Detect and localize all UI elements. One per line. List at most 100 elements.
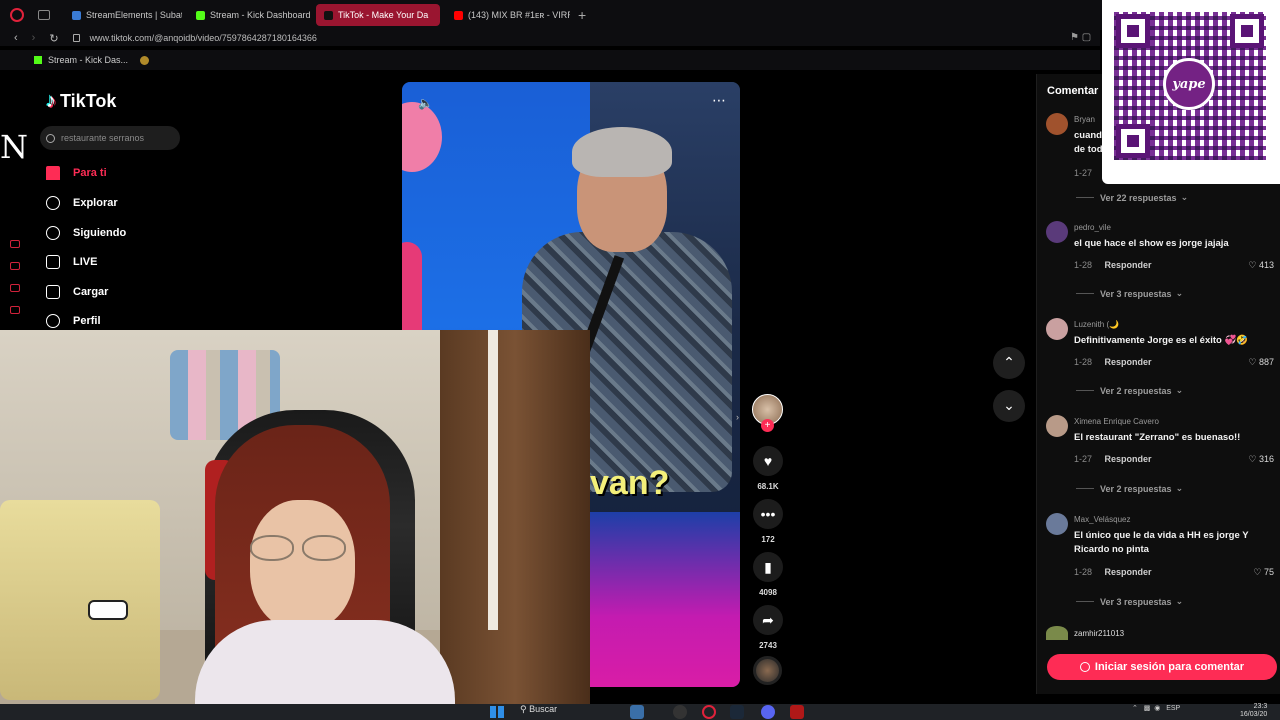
comment-text: el que hace el show es jorge jajaja (1074, 238, 1229, 249)
pin-icon[interactable]: ⚑ ▢ (1070, 32, 1091, 43)
comment-like-count: 316 (1258, 454, 1274, 464)
opera-logo-icon[interactable] (10, 8, 24, 22)
webcam-bed (0, 500, 160, 700)
webcam-overlay (0, 330, 590, 708)
reply-button[interactable]: Responder (1105, 567, 1152, 577)
chevron-down-icon: ⌄ (1175, 385, 1184, 395)
nav-item-siguiendo[interactable]: Siguiendo (46, 226, 126, 240)
reload-icon[interactable]: ↻ (49, 32, 58, 45)
reply-button[interactable]: Responder (1105, 454, 1152, 464)
mic-icon: ◉ (1154, 705, 1161, 712)
sidebar-history-icon[interactable] (10, 240, 20, 248)
comment-username[interactable]: Max_Velásquez (1074, 515, 1130, 524)
divider (1076, 293, 1094, 294)
browser-tab-bar: StreamElements | Subathon Stream - Kick … (0, 0, 1280, 30)
tab-streamelements[interactable]: StreamElements | Subathon (64, 4, 182, 26)
url-field[interactable]: www.tiktok.com/@anqoidb/video/7597864287… (90, 33, 317, 43)
heart-icon: ♥ (753, 446, 783, 476)
more-options-icon[interactable]: ⋯ (712, 92, 726, 109)
avatar[interactable] (1046, 113, 1068, 135)
comment-username[interactable]: Ximena Enrique Cavero (1074, 417, 1159, 426)
video-person-hair (572, 127, 672, 177)
back-arrow-icon[interactable]: ‹ (14, 32, 18, 44)
collapse-arrow-icon[interactable]: › (736, 412, 739, 422)
follow-plus-icon[interactable]: + (761, 419, 774, 432)
obs-icon[interactable] (673, 705, 687, 719)
bookmark-kick[interactable]: Stream - Kick Das... (34, 55, 128, 65)
tab-youtube[interactable]: (143) MIX BR #1ᴇʀ - VIRRS (446, 4, 570, 26)
login-to-comment-button[interactable]: Iniciar sesión para comentar (1047, 654, 1277, 680)
comment-icon (1079, 662, 1090, 672)
tab-tiktok[interactable]: TikTok - Make Your Da (316, 4, 440, 26)
tab-label: Stream - Kick Dashboard (210, 10, 310, 20)
sidebar-extensions-icon[interactable] (10, 262, 20, 270)
new-tab-button[interactable]: + (578, 7, 586, 23)
view-replies-button[interactable]: Ver 22 respuestas ⌄ (1076, 192, 1188, 203)
avatar[interactable] (1046, 318, 1068, 340)
previous-video-button[interactable]: ⌃ (993, 347, 1025, 379)
search-icon: ⚲ (520, 704, 527, 714)
nav-item-live[interactable]: LIVE (46, 255, 97, 269)
webcam-glasses (250, 535, 355, 561)
system-tray[interactable]: ⌃ ▩ ◉ ESP (1132, 704, 1180, 712)
bookmark-extension-icon[interactable] (140, 55, 150, 65)
forward-arrow-icon[interactable]: › (32, 32, 36, 44)
comment-meta: 1-28 Responder (1074, 260, 1152, 270)
nav-label: Perfil (73, 315, 101, 327)
comment-username[interactable]: Luzenith (🌙 (1074, 320, 1119, 329)
comment-like-button[interactable]: ♡ 887 (1248, 357, 1274, 368)
overlay-letter: N (0, 128, 28, 166)
comment-username[interactable]: pedro_vile (1074, 223, 1111, 232)
comment-like-button[interactable]: ♡ 413 (1248, 260, 1274, 271)
taskbar-clock[interactable]: 23:3 16/03/20 (1240, 703, 1267, 719)
comments-tab[interactable]: Comentar (1047, 85, 1098, 97)
share-button[interactable]: ➦ 2743 (753, 605, 783, 650)
music-disc-icon[interactable] (753, 656, 782, 685)
avatar[interactable] (1046, 513, 1068, 535)
sidebar-tab-icon[interactable] (10, 284, 20, 292)
nav-item-explorar[interactable]: Explorar (46, 196, 118, 210)
like-button[interactable]: ♥ 68.1K (753, 446, 783, 491)
nav-item-cargar[interactable]: Cargar (46, 285, 108, 299)
view-replies-button[interactable]: Ver 3 respuestas ⌄ (1076, 596, 1183, 607)
avatar[interactable] (1046, 626, 1068, 640)
reply-button[interactable]: Responder (1105, 357, 1152, 367)
nav-item-perfil[interactable]: Perfil (46, 314, 101, 328)
comment-text: Definitivamente Jorge es el éxito 💞🤣 (1074, 335, 1249, 346)
comment-username[interactable]: Bryan (1074, 115, 1095, 124)
sidebar-twitch-icon[interactable] (10, 306, 20, 314)
comment-item: pedro_vile el que hace el show es jorge … (1046, 221, 1276, 281)
weather-icon[interactable] (630, 705, 644, 719)
tiktok-logo[interactable]: ♪ TikTok (46, 90, 116, 113)
nav-label: Cargar (73, 286, 109, 298)
steam-icon[interactable] (730, 705, 744, 719)
view-replies-button[interactable]: Ver 2 respuestas ⌄ (1076, 385, 1183, 396)
discord-icon[interactable] (761, 705, 775, 719)
opera-taskbar-icon[interactable] (702, 705, 716, 719)
comment-button[interactable]: ••• 172 (753, 499, 783, 544)
volume-icon[interactable]: 🔈 (418, 96, 433, 110)
search-input[interactable]: restaurante serranos (40, 126, 180, 150)
avatar[interactable] (1046, 415, 1068, 437)
app-icon[interactable] (790, 705, 804, 719)
tab-overview-icon[interactable] (38, 10, 50, 20)
avatar[interactable] (1046, 221, 1068, 243)
comment-like-button[interactable]: ♡ 75 (1253, 567, 1274, 578)
view-replies-button[interactable]: Ver 2 respuestas ⌄ (1076, 483, 1183, 494)
next-video-button[interactable]: ⌄ (993, 390, 1025, 422)
taskbar-search[interactable]: ⚲ Buscar (520, 704, 557, 715)
clock-date: 16/03/20 (1240, 711, 1268, 718)
windows-start-icon[interactable] (490, 706, 504, 718)
tab-label: TikTok - Make Your Da (338, 10, 429, 20)
comment-date: 1-28 (1074, 567, 1093, 577)
tab-kick-dashboard[interactable]: Stream - Kick Dashboard (188, 4, 310, 26)
nav-item-para-ti[interactable]: Para ti (46, 166, 107, 180)
qr-finder-pattern (1116, 14, 1150, 48)
save-button[interactable]: ▮ 4098 (753, 552, 783, 597)
comment-username[interactable]: zamhir211013 (1074, 629, 1124, 638)
comment-date: 1-27 (1074, 454, 1093, 464)
reply-button[interactable]: Responder (1105, 260, 1152, 270)
view-replies-button[interactable]: Ver 3 respuestas ⌄ (1076, 288, 1183, 299)
comment-like-button[interactable]: ♡ 316 (1248, 454, 1274, 465)
lang-indicator: ESP (1166, 705, 1181, 712)
